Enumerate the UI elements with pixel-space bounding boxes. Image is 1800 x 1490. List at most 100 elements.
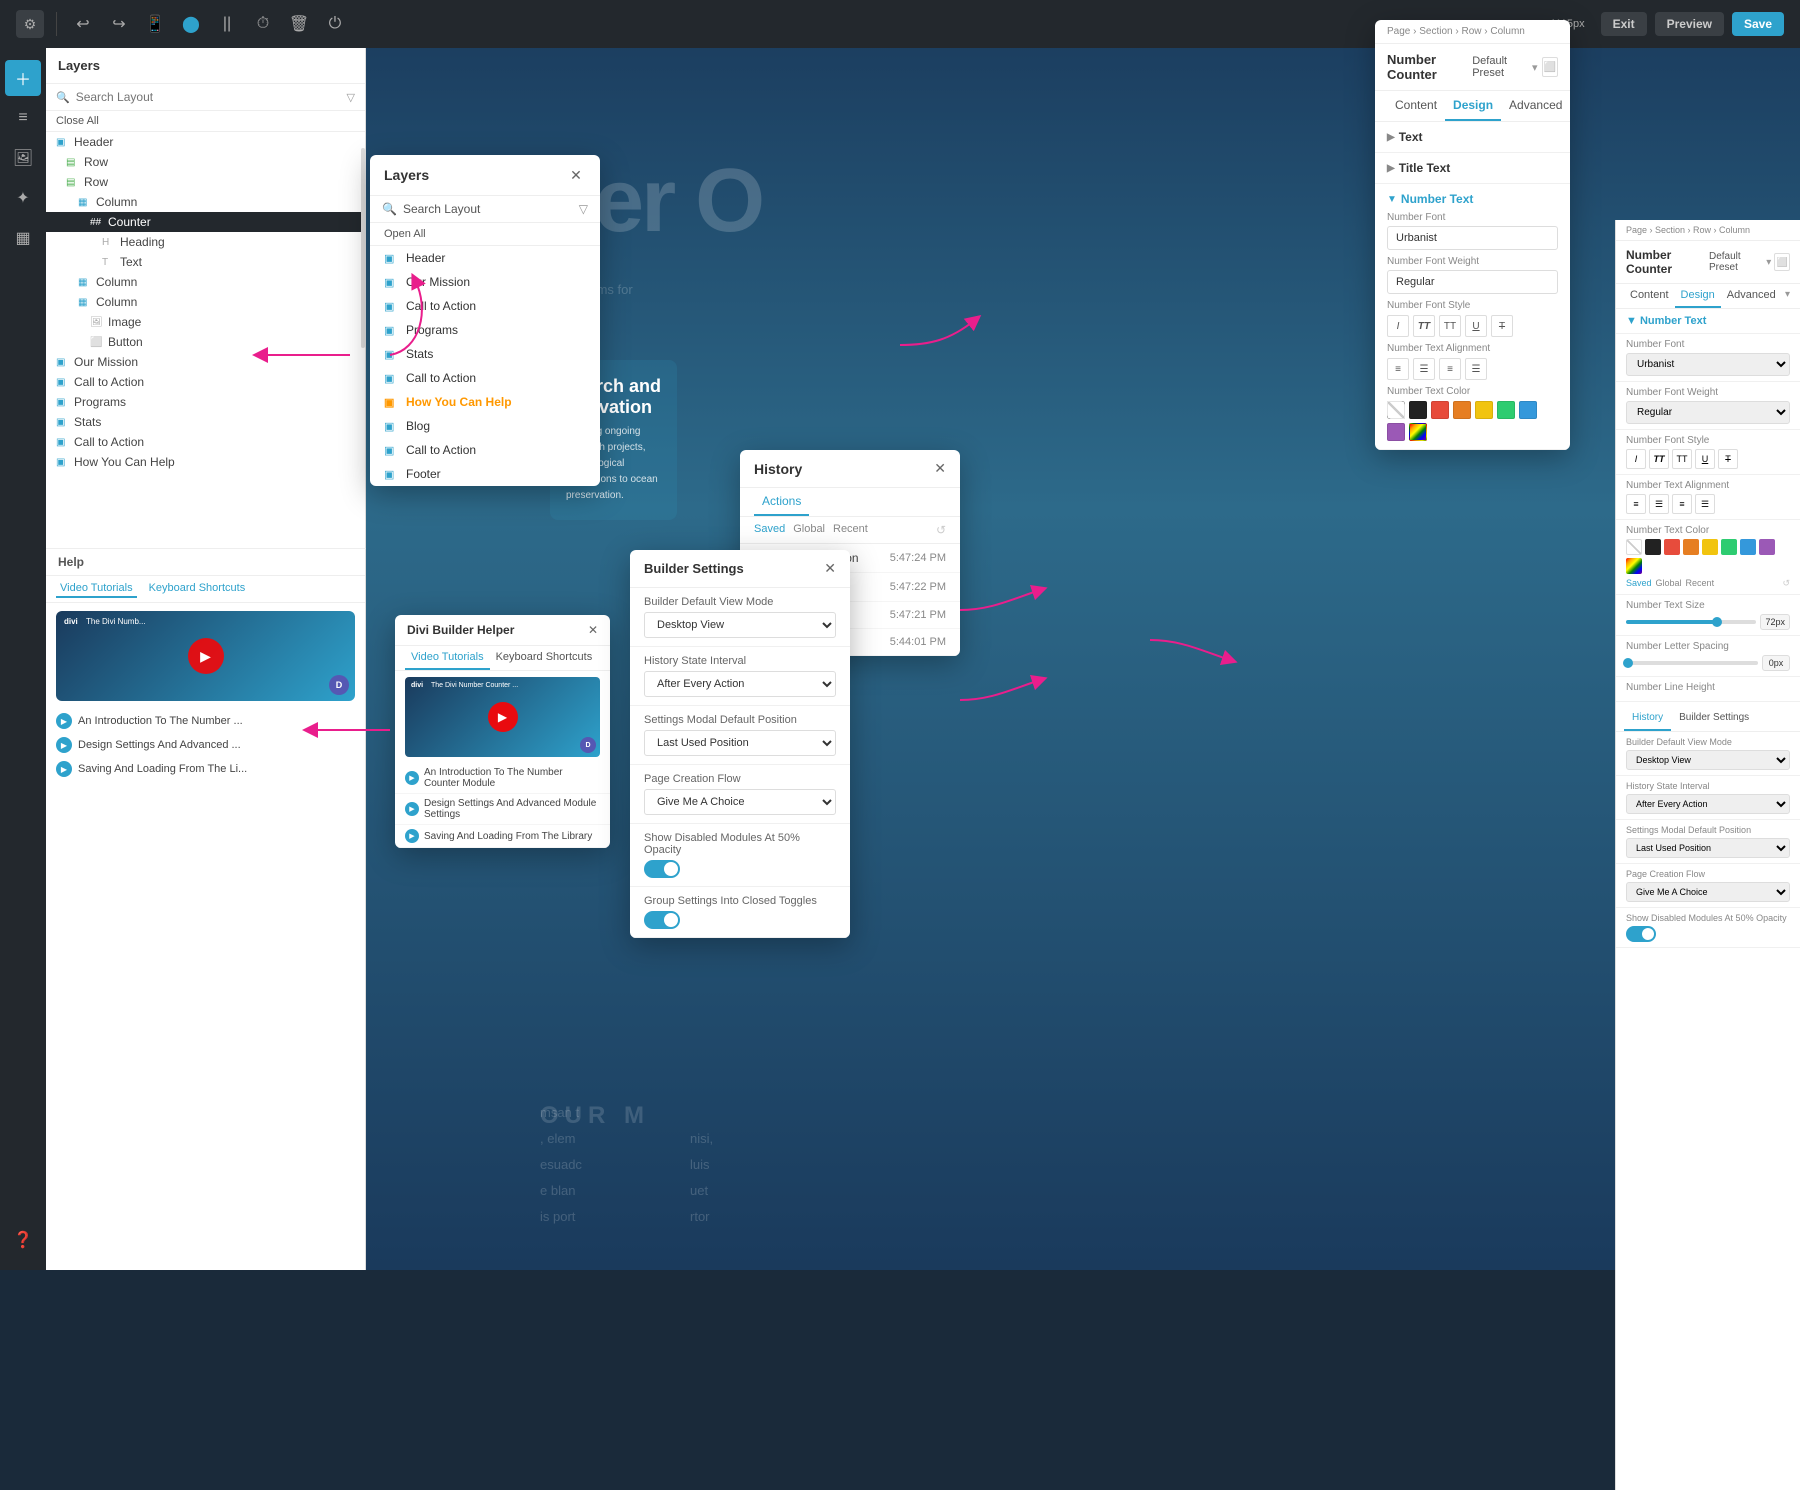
dp-preset-square[interactable]: ⬜ xyxy=(1542,57,1558,77)
layer-row-2[interactable]: ▤ Row xyxy=(46,172,365,192)
dp-right-uppercase[interactable]: TT xyxy=(1672,449,1692,469)
bs-group-settings-toggle[interactable] xyxy=(644,911,680,929)
color-swatch-red[interactable] xyxy=(1431,401,1449,419)
layer-button[interactable]: ⬜ Button xyxy=(46,332,365,352)
layer-our-mission[interactable]: ▣ Our Mission xyxy=(46,352,365,372)
save-button[interactable]: Save xyxy=(1732,12,1784,36)
undo-icon[interactable]: ↩ xyxy=(69,10,97,38)
dp-right-italic[interactable]: I xyxy=(1626,449,1646,469)
tablet-icon[interactable]: 📱 xyxy=(141,10,169,38)
dp-number-text-header[interactable]: ▼ Number Text xyxy=(1387,192,1558,206)
sidebar-media-icon[interactable]: 🖼 xyxy=(5,140,41,176)
color-swatch-white[interactable] xyxy=(1387,401,1405,419)
layer-heading[interactable]: H Heading xyxy=(46,232,365,252)
dp-right-sd-toggle[interactable] xyxy=(1626,926,1656,942)
popup-layer-header[interactable]: ▣ Header xyxy=(370,246,600,270)
dp-right-recent-btn[interactable]: Recent xyxy=(1686,578,1715,589)
hp-recent-tab[interactable]: Recent xyxy=(833,523,868,537)
layer-cta2[interactable]: ▣ Call to Action xyxy=(46,432,365,452)
layer-row-1[interactable]: ▤ Row xyxy=(46,152,365,172)
dp-right-strike[interactable]: T xyxy=(1718,449,1738,469)
color-swatch-green[interactable] xyxy=(1497,401,1515,419)
main-video-thumbnail[interactable]: divi The Divi Numb... ▶ D xyxy=(56,611,355,701)
layer-how-you[interactable]: ▣ How You Can Help xyxy=(46,452,365,472)
popup-layer-our-mission[interactable]: ▣ Our Mission xyxy=(370,270,600,294)
dp-right-bs-vm-select[interactable]: Desktop View xyxy=(1626,750,1790,770)
strikethrough-btn[interactable]: T xyxy=(1491,315,1513,337)
dp-right-swatch-1[interactable] xyxy=(1626,539,1642,555)
dp-right-design-tab[interactable]: Design xyxy=(1675,284,1721,308)
dp-right-align-left[interactable]: ≡ xyxy=(1626,494,1646,514)
dp-right-ls-value[interactable]: 0px xyxy=(1762,655,1790,671)
redo-icon[interactable]: ↪ xyxy=(105,10,133,38)
keyboard-shortcuts-tab[interactable]: Keyboard Shortcuts xyxy=(145,580,250,598)
layers-popup-close[interactable]: ✕ xyxy=(566,165,586,185)
close-all-btn[interactable]: Close All xyxy=(46,111,365,132)
layer-text[interactable]: T Text xyxy=(46,252,365,272)
bold-italic-btn[interactable]: TT xyxy=(1413,315,1435,337)
dp-number-font-select[interactable]: Urbanist xyxy=(1387,226,1558,250)
dp-right-size-value[interactable]: 72px xyxy=(1760,614,1790,630)
dp-right-swatch-5[interactable] xyxy=(1702,539,1718,555)
dp-right-weight-select[interactable]: Regular xyxy=(1626,401,1790,424)
uppercase-btn[interactable]: TT xyxy=(1439,315,1461,337)
bs-show-disabled-toggle[interactable] xyxy=(644,860,680,878)
hp-refresh-icon[interactable]: ↺ xyxy=(936,523,946,537)
sidebar-layers-icon[interactable]: ≡ xyxy=(5,100,41,136)
video-tutorials-tab[interactable]: Video Tutorials xyxy=(56,580,137,598)
dp-right-swatch-4[interactable] xyxy=(1683,539,1699,555)
align-left-btn[interactable]: ≡ xyxy=(1387,358,1409,380)
lock-icon[interactable]: || xyxy=(213,10,241,38)
layer-header[interactable]: ▣ Header xyxy=(46,132,365,152)
dp-right-global-btn[interactable]: Global xyxy=(1656,578,1682,589)
dp-right-swatch-6[interactable] xyxy=(1721,539,1737,555)
dp-right-swatch-7[interactable] xyxy=(1740,539,1756,555)
layer-programs[interactable]: ▣ Programs xyxy=(46,392,365,412)
hp-saved-tab[interactable]: Saved xyxy=(754,523,785,537)
exit-button[interactable]: Exit xyxy=(1601,12,1647,36)
align-justify-btn[interactable]: ☰ xyxy=(1465,358,1487,380)
hp-actions-tab[interactable]: Actions xyxy=(754,488,809,516)
dp-preset-arrow[interactable]: ▾ xyxy=(1532,61,1538,74)
bs-modal-pos-select[interactable]: Last Used Position xyxy=(644,730,836,756)
popup-open-all[interactable]: Open All xyxy=(370,223,600,246)
align-right-btn[interactable]: ≡ xyxy=(1439,358,1461,380)
dh-list-item-2[interactable]: ▶ Design Settings And Advanced Module Se… xyxy=(395,794,610,825)
dh-list-item-1[interactable]: ▶ An Introduction To The Number Counter … xyxy=(395,763,610,794)
color-swatch-rainbow[interactable] xyxy=(1409,423,1427,441)
sidebar-help-icon[interactable]: ❓ xyxy=(5,1222,41,1258)
dp-right-swatch-2[interactable] xyxy=(1645,539,1661,555)
bs-view-mode-select[interactable]: Desktop View xyxy=(644,612,836,638)
video-list-item-1[interactable]: ▶ An Introduction To The Number ... xyxy=(46,709,365,733)
align-center-btn[interactable]: ☰ xyxy=(1413,358,1435,380)
dp-tab-content[interactable]: Content xyxy=(1387,91,1445,121)
dp-right-content-tab[interactable]: Content xyxy=(1624,284,1675,308)
dp-right-saved-btn[interactable]: Saved xyxy=(1626,578,1652,589)
popup-layer-stats[interactable]: ▣ Stats xyxy=(370,342,600,366)
dh-list-item-3[interactable]: ▶ Saving And Loading From The Library xyxy=(395,825,610,848)
layer-column-1[interactable]: ▦ Column xyxy=(46,192,365,212)
dp-right-swatch-9[interactable] xyxy=(1626,558,1642,574)
layer-number-counter[interactable]: ## Counter xyxy=(46,212,365,232)
video-play-button[interactable]: ▶ xyxy=(188,638,224,674)
layer-column-3[interactable]: ▦ Column xyxy=(46,292,365,312)
dp-tab-design[interactable]: Design xyxy=(1445,91,1501,121)
power-toolbar-icon[interactable]: ⏻ xyxy=(321,10,349,38)
dp-right-square[interactable]: ⬜ xyxy=(1774,253,1790,271)
sidebar-add-icon[interactable]: ＋ xyxy=(5,60,41,96)
dp-right-align-center[interactable]: ☰ xyxy=(1649,494,1669,514)
layers-scrollbar[interactable] xyxy=(361,148,365,348)
dp-right-swatch-8[interactable] xyxy=(1759,539,1775,555)
dp-right-bold-italic[interactable]: TT xyxy=(1649,449,1669,469)
color-swatch-orange[interactable] xyxy=(1453,401,1471,419)
bs-close-btn[interactable]: ✕ xyxy=(824,560,836,577)
dp-right-bs-hi-select[interactable]: After Every Action xyxy=(1626,794,1790,814)
dp-right-underline[interactable]: U xyxy=(1695,449,1715,469)
layers-popup-search[interactable]: 🔍 Search Layout ▽ xyxy=(370,196,600,223)
dp-right-bs-mp-select[interactable]: Last Used Position xyxy=(1626,838,1790,858)
italic-btn[interactable]: I xyxy=(1387,315,1409,337)
toolbar-gear-icon[interactable]: ⚙ xyxy=(16,10,44,38)
color-swatch-purple[interactable] xyxy=(1387,423,1405,441)
dp-right-history-tab[interactable]: History xyxy=(1624,706,1671,731)
color-swatch-yellow[interactable] xyxy=(1475,401,1493,419)
